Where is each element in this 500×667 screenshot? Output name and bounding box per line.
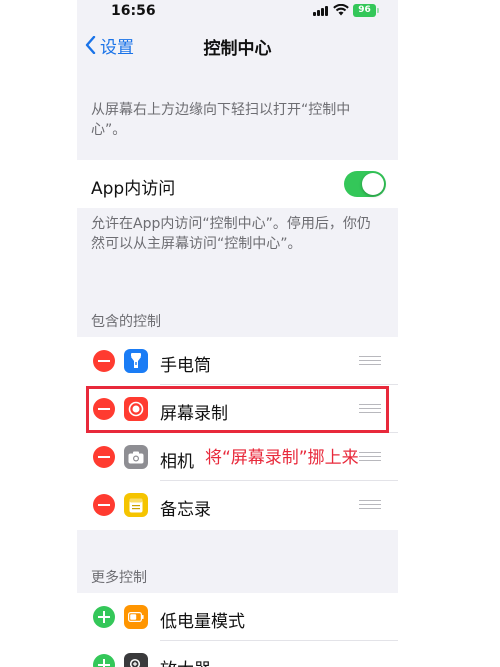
add-button[interactable] (93, 654, 115, 667)
toggle-knob (362, 173, 384, 195)
battery-icon: 96 (353, 4, 379, 17)
page-title: 控制中心 (203, 39, 272, 59)
app-access-row: App内访问 (77, 160, 398, 208)
magnifier-icon (124, 653, 148, 667)
control-row-notes: 备忘录 (77, 481, 398, 529)
notes-icon (124, 493, 148, 517)
control-row-flashlight: 手电筒 (77, 337, 398, 385)
control-label: 放大器 (160, 655, 211, 667)
wifi-icon (333, 4, 349, 16)
control-label: 低电量模式 (160, 612, 245, 632)
top-note: 从屏幕右上方边缘向下轻扫以打开“控制中心”。 (91, 102, 351, 138)
reorder-handle-icon[interactable] (359, 451, 381, 463)
included-controls-header: 包含的控制 (91, 314, 161, 330)
access-note: 允许在App内访问“控制中心”。停用后，你仍然可以从主屏幕访问“控制中心”。 (91, 216, 371, 252)
annotation-text: 将“屏幕录制”挪上来 (205, 448, 359, 468)
remove-button[interactable] (93, 446, 115, 468)
highlight-box (86, 386, 389, 433)
control-label: 相机 (160, 452, 194, 472)
control-label: 备忘录 (160, 500, 211, 520)
cellular-signal-icon (313, 6, 329, 16)
navigation-bar: 设置 控制中心 (77, 24, 398, 68)
reorder-handle-icon[interactable] (359, 355, 381, 367)
remove-button[interactable] (93, 350, 115, 372)
remove-button[interactable] (93, 494, 115, 516)
control-label: 手电筒 (160, 356, 211, 376)
status-bar: 16:56 96 (77, 0, 398, 24)
control-row-low-power-mode: 低电量模式 (77, 593, 398, 641)
flashlight-icon (124, 349, 148, 373)
app-access-toggle[interactable] (344, 171, 386, 197)
settings-screen: 16:56 96 设置 控制中心 从屏幕右上方边缘向下轻扫以打开“控制中心”。 … (77, 0, 398, 667)
status-time: 16:56 (111, 3, 156, 19)
more-controls-header: 更多控制 (91, 570, 147, 586)
control-row-magnifier: 放大器 (77, 641, 398, 667)
camera-icon (124, 445, 148, 469)
add-button[interactable] (93, 606, 115, 628)
reorder-handle-icon[interactable] (359, 499, 381, 511)
battery-icon (124, 605, 148, 629)
app-access-label: App内访问 (91, 179, 176, 199)
